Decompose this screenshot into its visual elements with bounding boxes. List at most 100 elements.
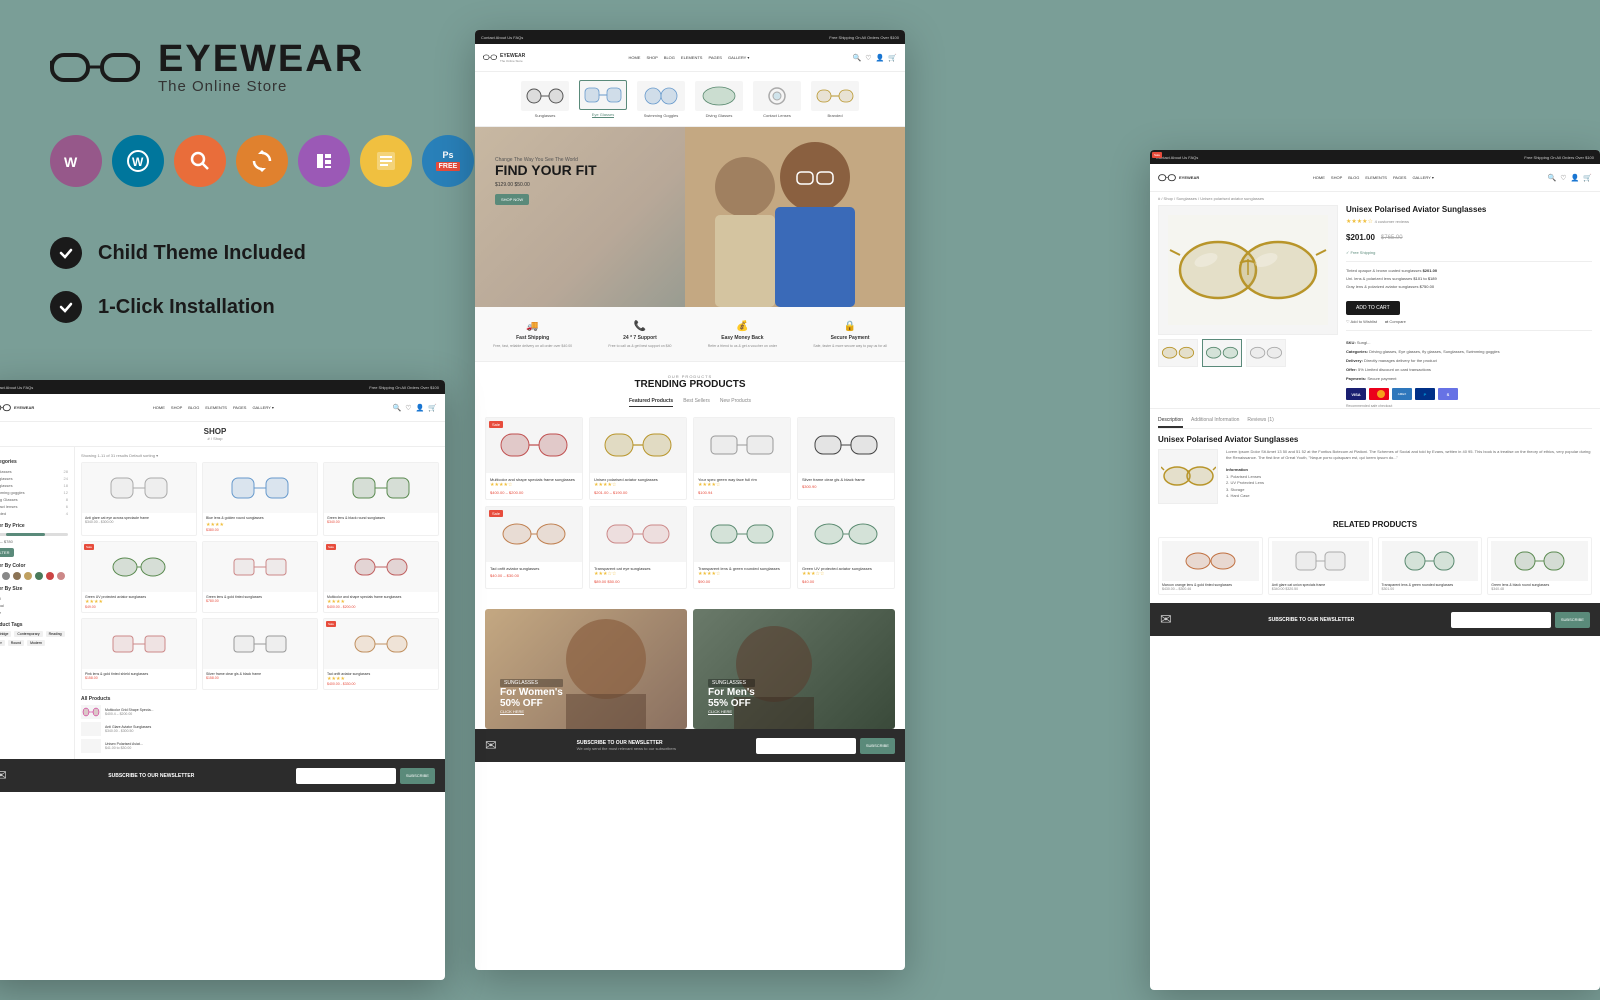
color-filter xyxy=(0,572,68,580)
tab-additional-info[interactable]: Additional Information xyxy=(1191,417,1239,428)
size-large[interactable]: Large xyxy=(0,609,68,616)
wishlist-icon[interactable]: ♡ xyxy=(405,404,411,412)
shop-email-input[interactable] xyxy=(296,768,396,784)
mini-logo-text: EYEWEAR xyxy=(500,53,525,59)
detail-cart-icon[interactable]: 🛒 xyxy=(1583,174,1592,182)
secure-payment-icon: 🔒 xyxy=(844,321,856,332)
mens-banner[interactable]: SUNGLASSES For Men's 55% OFF CLICK HERE xyxy=(693,609,895,729)
sidebar-cat[interactable]: Contact lenses 6 xyxy=(0,503,68,510)
product-name: Tad onfit aviator sunglasses xyxy=(490,566,578,571)
shop-newsletter: ✉ SUBSCRIBE TO OUR NEWSLETTER SUBSCRIBE xyxy=(0,759,445,792)
shop-header: EYEWEAR HOME SHOP BLOG ELEMENTS PAGES GA… xyxy=(0,394,445,422)
detail-email-input[interactable] xyxy=(1451,612,1551,628)
cat-contacts[interactable]: Contact Lenses xyxy=(752,81,802,118)
detail-topbar: Contact About Us FAQs Free Shipping On A… xyxy=(1150,150,1600,164)
product-image xyxy=(694,507,790,562)
product-price: $300.90 xyxy=(802,484,890,489)
email-input[interactable] xyxy=(756,738,856,754)
features-list: Child Theme Included 1-Click Installatio… xyxy=(50,237,306,345)
related-price: $430.00 – $300.46 xyxy=(1162,587,1259,591)
sidebar-cat[interactable]: Diving Glasses 8 xyxy=(0,496,68,503)
sidebar-cat[interactable]: Sunglasses 28 xyxy=(0,468,68,475)
cart-icon[interactable]: 🛒 xyxy=(428,404,437,412)
shop-product: Sale Green UV protected aviator sunglass… xyxy=(81,541,197,613)
wishlist-add-button[interactable]: ♡ Add to Wishlist xyxy=(1346,319,1377,324)
filter-button[interactable]: FILTER xyxy=(0,548,14,557)
shop-subscribe-button[interactable]: SUBSCRIBE xyxy=(400,768,435,784)
womens-banner[interactable]: SUNGLASSES For Women's 50% OFF CLICK HER… xyxy=(485,609,687,729)
tag[interactable]: Filter xyxy=(0,640,5,646)
cat-sunglasses[interactable]: Sunglasses xyxy=(520,81,570,118)
compare-button[interactable]: ⇄ Compare xyxy=(1385,319,1406,324)
shipping-icon: 🚚 xyxy=(526,321,538,332)
detail-wishlist-icon[interactable]: ♡ xyxy=(1560,174,1566,182)
tab-featured[interactable]: Featured Products xyxy=(629,398,673,407)
product-images xyxy=(1158,205,1338,408)
search-icon[interactable]: 🔍 xyxy=(393,404,402,412)
cart-icon[interactable]: 🛒 xyxy=(888,54,897,62)
user-icon[interactable]: 👤 xyxy=(876,54,885,62)
detail-user-icon[interactable]: 👤 xyxy=(1571,174,1580,182)
cat-diving[interactable]: Diving Glasses xyxy=(694,81,744,118)
price-section-title: Filter By Price xyxy=(0,523,68,529)
sidebar-cat[interactable]: Branded 4 xyxy=(0,510,68,517)
feat-shipping: 🚚 Fast Shipping Free, fast, reliable del… xyxy=(493,321,572,348)
product-price: $400.00 – $200.00 xyxy=(490,490,578,495)
product-image xyxy=(798,418,894,473)
tag[interactable]: Cartridge xyxy=(0,631,11,637)
subscribe-button[interactable]: SUBSCRIBE xyxy=(860,738,895,754)
wishlist-icon[interactable]: ♡ xyxy=(865,54,871,62)
related-products-section: RELATED PRODUCTS Maroon orange lens & go… xyxy=(1150,512,1600,603)
product-breadcrumb: # / Shop / Sunglasses / Unisex polarised… xyxy=(1150,192,1600,205)
cat-eyeglasses[interactable]: Eye Glasses xyxy=(578,80,628,118)
search-icon[interactable]: 🔍 xyxy=(853,54,862,62)
cat-swimming[interactable]: Swimming Goggles xyxy=(636,81,686,118)
color-green[interactable] xyxy=(35,572,43,580)
user-icon[interactable]: 👤 xyxy=(416,404,425,412)
tag[interactable]: Contemporary xyxy=(14,631,42,637)
brand-subtitle: The Online Store xyxy=(158,78,364,95)
add-to-cart-button[interactable]: ADD TO CART xyxy=(1346,301,1400,315)
photoshop-icon: PsFREE xyxy=(422,135,474,187)
product-rating: ★★★★☆ 4 customer reviews xyxy=(1346,218,1592,225)
email-icon: ✉ xyxy=(485,737,497,754)
shop-nl-title: SUBSCRIBE TO OUR NEWSLETTER xyxy=(108,773,194,779)
main-product-image xyxy=(1158,205,1338,335)
section-title-area: OUR PRODUCTS TRENDING PRODUCTS xyxy=(485,374,895,390)
color-gray[interactable] xyxy=(2,572,10,580)
sidebar-cat[interactable]: Eye glasses 24 xyxy=(0,475,68,482)
detail-search-icon[interactable]: 🔍 xyxy=(1548,174,1557,182)
product-tabs: Featured Products Best Sellers New Produ… xyxy=(485,398,895,407)
product-image: Sale xyxy=(486,507,582,562)
related-product: Sale Anti glare cat union specials frame… xyxy=(1268,537,1373,595)
size-normal[interactable]: Normal xyxy=(0,602,68,609)
tag[interactable]: Reading xyxy=(46,631,65,637)
womens-banner-text: SUNGLASSES For Women's 50% OFF CLICK HER… xyxy=(500,679,563,714)
shop-product: Green lens & gold tinted sunglasses$780.… xyxy=(202,541,318,613)
cat-branded[interactable]: Branded xyxy=(810,81,860,118)
detail-subscribe-button[interactable]: SUBSCRIBE xyxy=(1555,612,1590,628)
sidebar-cat[interactable]: Swimming goggles 12 xyxy=(0,489,68,496)
tag[interactable]: Modern xyxy=(27,640,45,646)
color-gold[interactable] xyxy=(24,572,32,580)
sidebar-cat[interactable]: Fun glasses 18 xyxy=(0,482,68,489)
tab-reviews[interactable]: Reviews (1) xyxy=(1247,417,1273,428)
tag[interactable]: Round xyxy=(8,640,24,646)
color-pink[interactable] xyxy=(57,572,65,580)
thumb-3[interactable] xyxy=(1246,339,1286,367)
thumb-1[interactable] xyxy=(1158,339,1198,367)
tab-new[interactable]: New Products xyxy=(720,398,751,407)
elementor-icon xyxy=(298,135,350,187)
color-red[interactable] xyxy=(46,572,54,580)
size-small[interactable]: Small xyxy=(0,595,68,602)
product-tags: Cartridge Contemporary Reading Filter Ro… xyxy=(0,631,68,646)
tags-section-title: Product Tags xyxy=(0,622,68,628)
tab-description[interactable]: Description xyxy=(1158,417,1183,428)
feat-moneyback: 💰 Easy Money Back Refer a friend to us &… xyxy=(708,321,777,348)
tab-bestsellers[interactable]: Best Sellers xyxy=(683,398,710,407)
color-brown[interactable] xyxy=(13,572,21,580)
all-product-item: Anti Glare Aviator Sunglasses$340.00 - $… xyxy=(81,722,439,736)
thumb-2[interactable] xyxy=(1202,339,1242,367)
shop-now-button[interactable]: SHOP NOW xyxy=(495,194,529,205)
shop-product: Sale Tad onfit aviator sunglasses★★★★$40… xyxy=(323,618,439,690)
